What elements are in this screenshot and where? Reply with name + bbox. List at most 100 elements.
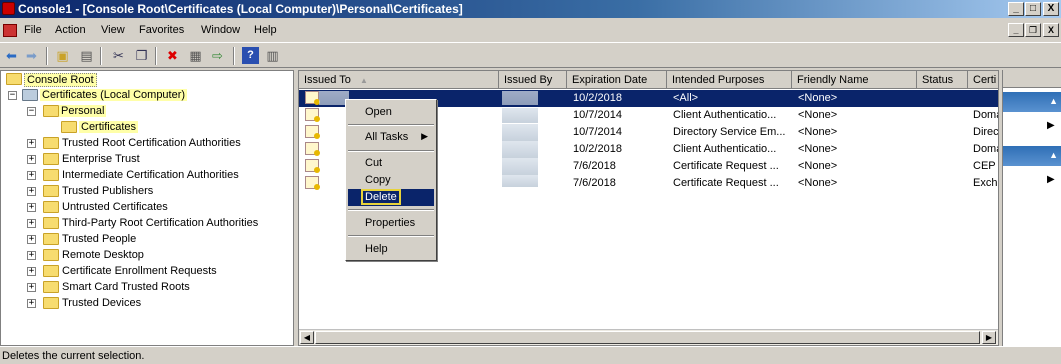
scroll-right-icon[interactable]: ▶ [982, 331, 996, 344]
tree-item-certificate-enrollment-requests[interactable]: + Certificate Enrollment Requests [27, 264, 293, 280]
actions-section-certificates[interactable]: ▲ [1003, 92, 1061, 112]
console-icon[interactable] [3, 24, 17, 37]
expand-icon[interactable]: + [27, 203, 36, 212]
certificate-icon [305, 142, 320, 156]
menu-favorites[interactable]: Favorites [139, 24, 184, 36]
column-status[interactable]: Status [917, 71, 968, 89]
folder-icon [6, 73, 22, 85]
tree-item-enterprise-trust[interactable]: + Enterprise Trust [27, 152, 293, 168]
horizontal-scrollbar[interactable]: ◀ ▶ [299, 329, 998, 345]
cell-template: Direc [973, 126, 999, 138]
action-pane-icon[interactable]: ▥ [264, 47, 281, 64]
expand-icon[interactable]: + [27, 187, 36, 196]
mdi-restore-button[interactable]: ❐ [1025, 23, 1041, 37]
export-list-icon[interactable]: ⇨ [209, 47, 226, 64]
menu-item-help[interactable]: Help [348, 241, 434, 258]
menu-item-copy[interactable]: Copy [348, 172, 434, 189]
cell-expiration: 7/6/2018 [573, 177, 616, 189]
expand-icon[interactable]: + [27, 219, 36, 228]
tree-item-personal[interactable]: − Personal [27, 104, 293, 120]
minimize-button[interactable]: _ [1008, 2, 1024, 16]
tree-item-trusted-devices[interactable]: + Trusted Devices [27, 296, 293, 312]
toolbar-separator [233, 47, 235, 65]
tree-item-console-root[interactable]: Console Root [4, 72, 293, 88]
mdi-close-button[interactable]: X [1043, 23, 1059, 37]
cell-friendly-name: <None> [798, 126, 838, 138]
more-actions-arrow-icon[interactable]: ▶ [1047, 120, 1055, 131]
scroll-left-icon[interactable]: ◀ [300, 331, 314, 344]
status-text: Deletes the current selection. [2, 350, 145, 362]
copy-icon[interactable]: ❐ [133, 47, 150, 64]
tree-item-trusted-root-ca[interactable]: + Trusted Root Certification Authorities [27, 136, 293, 152]
menu-item-all-tasks[interactable]: All Tasks ▶ [348, 129, 434, 146]
menu-help[interactable]: Help [254, 24, 277, 36]
tree-item-trusted-publishers[interactable]: + Trusted Publishers [27, 184, 293, 200]
mdi-minimize-button[interactable]: _ [1008, 23, 1024, 37]
redacted-issued-by [502, 141, 538, 158]
menu-action[interactable]: Action [55, 24, 86, 36]
column-issued-by[interactable]: Issued By [499, 71, 567, 89]
forward-icon[interactable]: ➡ [23, 47, 40, 64]
menu-item-open[interactable]: Open [348, 104, 434, 121]
expand-icon[interactable]: + [27, 251, 36, 260]
cut-icon[interactable]: ✂ [110, 47, 127, 64]
tree-item-label: Trusted Publishers [62, 185, 154, 197]
menu-view[interactable]: View [101, 24, 125, 36]
list-header: Issued To ▲ Issued By Expiration Date In… [299, 71, 998, 89]
tree-item-certificates[interactable]: Certificates [59, 120, 289, 136]
cell-template: CEP E [973, 160, 998, 172]
expand-icon[interactable]: + [27, 283, 36, 292]
back-icon[interactable]: ⬅ [3, 47, 20, 64]
cell-friendly-name: <None> [798, 160, 838, 172]
expand-icon[interactable]: + [27, 299, 36, 308]
tree-item-label: Trusted Devices [62, 297, 142, 309]
column-expiration-date[interactable]: Expiration Date [567, 71, 667, 89]
collapse-icon[interactable]: − [27, 107, 36, 116]
certificate-icon [305, 159, 320, 173]
tree-item-remote-desktop[interactable]: + Remote Desktop [27, 248, 293, 264]
expand-icon[interactable]: + [27, 155, 36, 164]
expand-icon[interactable]: + [27, 171, 36, 180]
certificate-icon [305, 91, 320, 105]
help-icon[interactable]: ? [242, 47, 259, 64]
close-button[interactable]: X [1043, 2, 1059, 16]
menu-file[interactable]: File [24, 24, 42, 36]
toolbar-separator [100, 47, 102, 65]
delete-icon[interactable]: ✖ [164, 47, 181, 64]
collapse-icon[interactable]: − [8, 91, 17, 100]
up-folder-icon[interactable]: ▣ [54, 47, 71, 64]
folder-icon [43, 201, 59, 213]
expand-icon[interactable]: + [27, 139, 36, 148]
column-issued-to[interactable]: Issued To ▲ [299, 71, 499, 89]
menu-separator [348, 235, 434, 237]
tree-item-certificates-local-computer[interactable]: − Certificates (Local Computer) [8, 88, 293, 104]
redacted-issued-by [502, 124, 538, 141]
collapse-chevron-icon[interactable]: ▲ [1049, 150, 1058, 160]
expand-icon[interactable]: + [27, 267, 36, 276]
menu-item-cut[interactable]: Cut [348, 155, 434, 172]
scroll-thumb[interactable] [315, 331, 980, 344]
column-certificate-template[interactable]: Certi [968, 71, 998, 89]
menu-item-delete[interactable]: Delete [348, 189, 434, 206]
tree-item-label: Enterprise Trust [62, 153, 140, 165]
menu-item-label: Delete [361, 189, 401, 205]
tree-item-smart-card-trusted-roots[interactable]: + Smart Card Trusted Roots [27, 280, 293, 296]
show-hide-tree-icon[interactable]: ▤ [78, 47, 95, 64]
column-friendly-name[interactable]: Friendly Name [792, 71, 917, 89]
properties-icon[interactable]: ▦ [187, 47, 204, 64]
tree-item-third-party-root-ca[interactable]: + Third-Party Root Certification Authori… [27, 216, 293, 232]
expand-icon[interactable]: + [27, 235, 36, 244]
menu-window[interactable]: Window [201, 24, 240, 36]
column-intended-purposes[interactable]: Intended Purposes [667, 71, 792, 89]
menu-item-properties[interactable]: Properties [348, 215, 434, 232]
tree-item-trusted-people[interactable]: + Trusted People [27, 232, 293, 248]
more-actions-arrow-icon[interactable]: ▶ [1047, 174, 1055, 185]
collapse-chevron-icon[interactable]: ▲ [1049, 96, 1058, 106]
menu-separator [348, 124, 434, 126]
maximize-button[interactable]: □ [1025, 2, 1041, 16]
tree-item-label: Certificates (Local Computer) [40, 89, 188, 101]
actions-section-selected-item[interactable]: ▲ [1003, 146, 1061, 166]
tree-item-untrusted-certificates[interactable]: + Untrusted Certificates [27, 200, 293, 216]
mmc-app-icon[interactable] [2, 2, 15, 15]
tree-item-intermediate-ca[interactable]: + Intermediate Certification Authorities [27, 168, 293, 184]
